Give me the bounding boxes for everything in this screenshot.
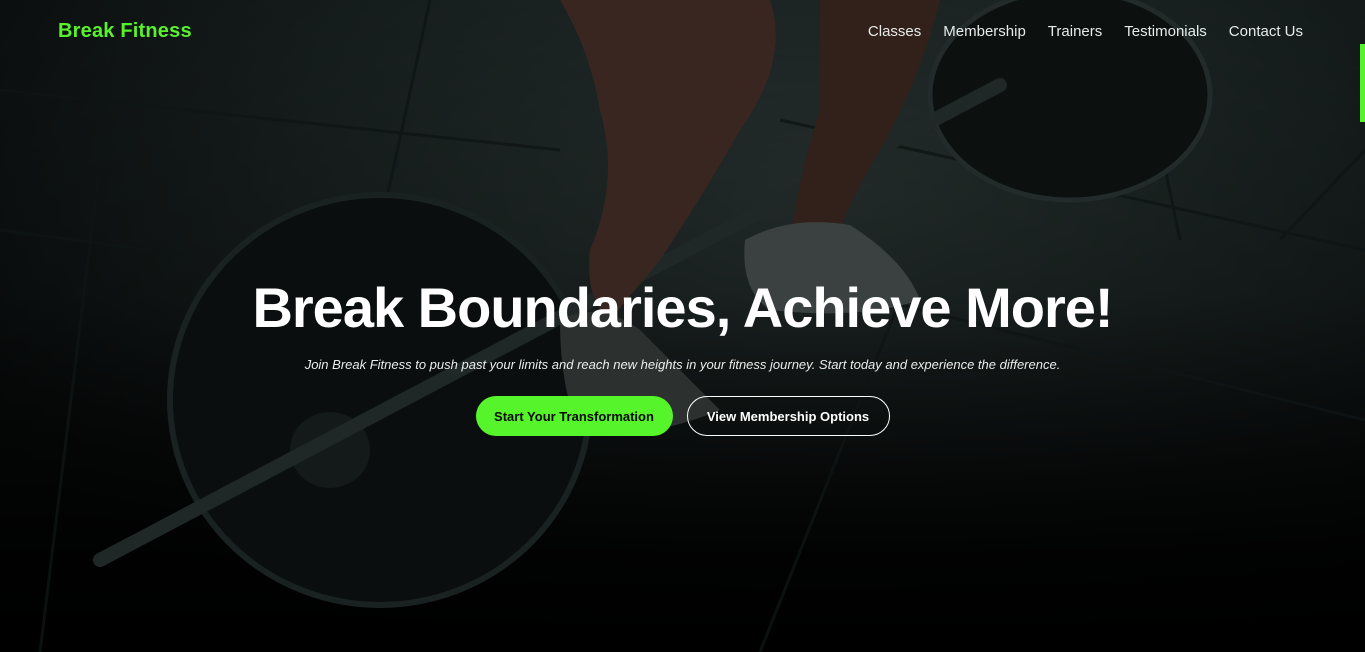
nav-link-contact-us[interactable]: Contact Us bbox=[1229, 23, 1303, 40]
hero-section: Break Fitness Classes Membership Trainer… bbox=[0, 0, 1365, 652]
start-transformation-button[interactable]: Start Your Transformation bbox=[475, 396, 673, 436]
nav-link-testimonials[interactable]: Testimonials bbox=[1124, 23, 1207, 40]
nav-link-membership[interactable]: Membership bbox=[943, 23, 1026, 40]
view-membership-button[interactable]: View Membership Options bbox=[686, 396, 890, 436]
hero-cta-group: Start Your Transformation View Membershi… bbox=[0, 396, 1365, 436]
nav-link-trainers[interactable]: Trainers bbox=[1048, 23, 1102, 40]
hero-headline: Break Boundaries, Achieve More! bbox=[252, 276, 1113, 339]
nav-link-classes[interactable]: Classes bbox=[868, 23, 921, 40]
hero-subtitle: Join Break Fitness to push past your lim… bbox=[304, 357, 1061, 372]
top-navigation: Break Fitness Classes Membership Trainer… bbox=[0, 0, 1365, 64]
nav-links: Classes Membership Trainers Testimonials… bbox=[846, 23, 1303, 40]
brand-logo[interactable]: Break Fitness bbox=[58, 20, 192, 43]
